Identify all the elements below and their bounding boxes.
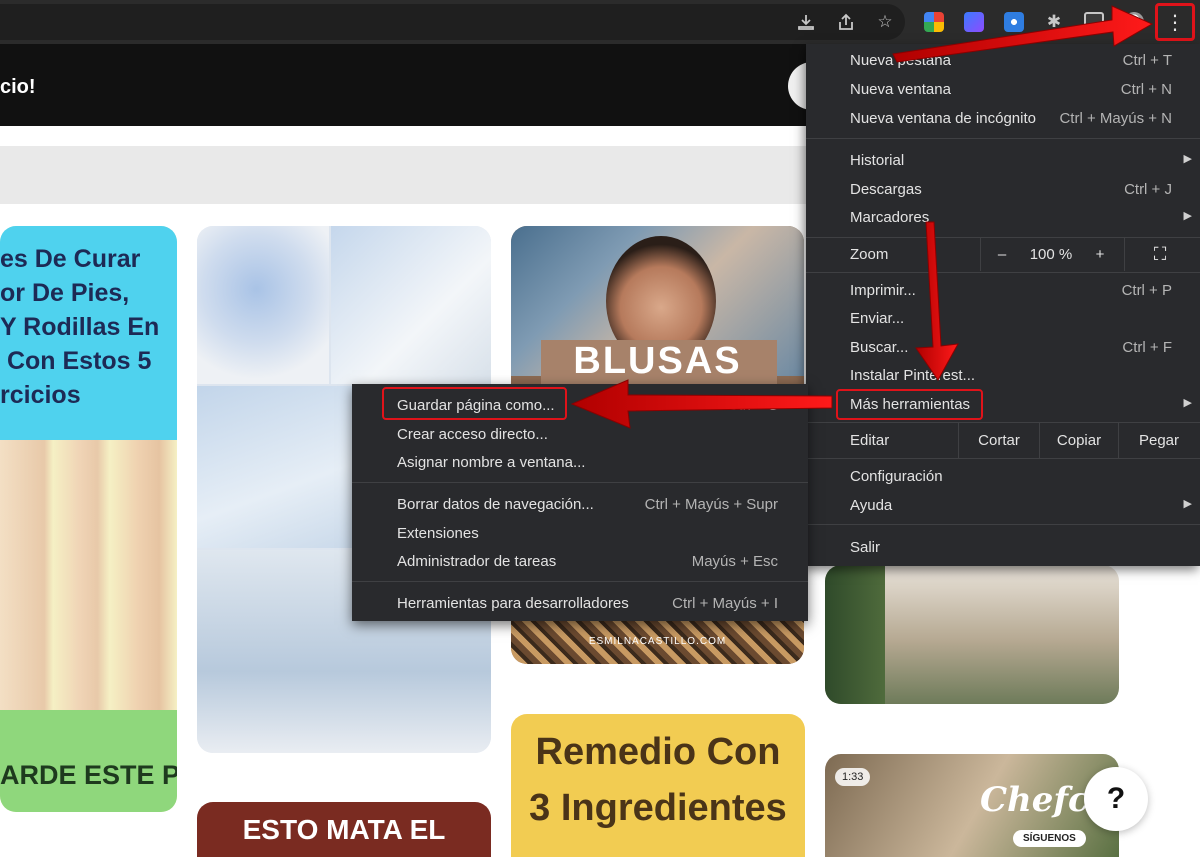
chrome-main-menu-panel: Nueva pestaña Ctrl + T Nueva ventana Ctr… [806, 44, 1200, 566]
submenu-item-extensiones[interactable]: Extensiones [352, 519, 808, 547]
menu-item-descargas[interactable]: Descargas Ctrl + J [806, 175, 1200, 203]
kebab-menu-icon: ⋮ [1165, 10, 1185, 34]
menu-item-nueva-ventana[interactable]: Nueva ventana Ctrl + N [806, 75, 1200, 103]
menu-item-enviar[interactable]: Enviar... [806, 304, 1200, 332]
pin-image [331, 226, 491, 384]
download-icon[interactable] [794, 10, 818, 34]
cut-button[interactable]: Cortar [959, 426, 1039, 454]
sidepanel-icon[interactable] [1084, 12, 1104, 32]
pin-cta: ARDE ESTE PIN [0, 760, 177, 790]
submenu-item-administrador-tareas[interactable]: Administrador de tareas Mayús + Esc [352, 547, 808, 575]
help-button[interactable]: ? [1084, 767, 1148, 831]
pin-remedy[interactable]: Remedio Con 3 Ingredientes [511, 714, 805, 857]
pin-image [0, 440, 177, 710]
chrome-menu-button[interactable]: ⋮ [1155, 3, 1195, 41]
menu-item-ayuda[interactable]: Ayuda ▶ [806, 491, 1200, 519]
menu-item-salir[interactable]: Salir [806, 533, 1200, 561]
video-duration-badge: 1:33 [835, 768, 871, 786]
pin-source-url: ESMILNACASTILLO.COM [588, 636, 727, 647]
fullscreen-icon[interactable]: ⛶ [1140, 240, 1180, 268]
pin-legs-exercises[interactable]: es De Curar or De Pies, Y Rodillas En Co… [0, 226, 177, 812]
menu-divider [806, 138, 1200, 139]
puzzle-extensions-icon[interactable]: ✱ [1042, 10, 1066, 34]
menu-divider [806, 237, 1200, 238]
chevron-right-icon: ▶ [1183, 210, 1192, 222]
pin-sugar[interactable]: ESTO MATA EL [197, 802, 491, 857]
highlight-guardar-pagina [382, 387, 567, 420]
copy-button[interactable]: Copiar [1040, 426, 1118, 454]
menu-divider [806, 524, 1200, 525]
paste-button[interactable]: Pegar [1119, 426, 1199, 454]
menu-item-configuracion[interactable]: Configuración [806, 462, 1200, 490]
submenu-item-devtools[interactable]: Herramientas para desarrolladores Ctrl +… [352, 589, 808, 617]
pin-video-chef[interactable]: 1:33 Chefcl SÍGUENOS [825, 754, 1119, 857]
menu-divider [806, 458, 1200, 459]
menu-divider [352, 482, 808, 483]
zoom-level: 100 % [1029, 245, 1073, 263]
menu-item-incognito[interactable]: Nueva ventana de incógnito Ctrl + Mayús … [806, 104, 1200, 132]
menu-item-nueva-pestana[interactable]: Nueva pestaña Ctrl + T [806, 46, 1200, 74]
pin-subscribe-label: SÍGUENOS [1013, 830, 1086, 847]
banner-text: cio! [0, 76, 36, 98]
pin-image [825, 565, 885, 704]
menu-item-zoom: Zoom – 100 % + ⛶ [806, 237, 1200, 271]
browser-toolbar: ☆ ✱ ⋮ [0, 0, 1200, 44]
share-icon[interactable] [834, 10, 858, 34]
menu-divider [806, 272, 1200, 273]
extension-shield-icon[interactable] [1004, 12, 1024, 32]
menu-item-editar: Editar Cortar Copiar Pegar [806, 422, 1200, 458]
extension-blue-icon[interactable] [964, 12, 984, 32]
submenu-item-asignar-nombre[interactable]: Asignar nombre a ventana... [352, 448, 808, 476]
profile-avatar[interactable] [1124, 12, 1144, 32]
menu-item-instalar[interactable]: Instalar Pinterest... [806, 361, 1200, 389]
menu-item-marcadores[interactable]: Marcadores ▶ [806, 203, 1200, 231]
address-bar[interactable] [0, 4, 905, 40]
bookmark-star-icon[interactable]: ☆ [873, 10, 897, 34]
zoom-out-button[interactable]: – [986, 240, 1018, 268]
highlight-mas-herramientas [836, 389, 983, 420]
submenu-item-acceso-directo[interactable]: Crear acceso directo... [352, 420, 808, 448]
pin-title: ESTO MATA EL [242, 814, 446, 845]
pin-nativity[interactable] [825, 565, 1119, 704]
pin-title: es De Curar or De Pies, Y Rodillas En Co… [0, 245, 160, 409]
menu-item-buscar[interactable]: Buscar... Ctrl + F [806, 333, 1200, 361]
menu-divider [352, 581, 808, 582]
pin-image [197, 226, 329, 384]
extension-color-icon[interactable] [924, 12, 944, 32]
help-icon: ? [1106, 782, 1126, 815]
zoom-in-button[interactable]: + [1084, 240, 1116, 268]
menu-item-historial[interactable]: Historial ▶ [806, 146, 1200, 174]
chevron-right-icon: ▶ [1183, 397, 1192, 409]
chevron-right-icon: ▶ [1183, 153, 1192, 165]
menu-divider [806, 422, 1200, 423]
pin-title: BLUSAS [573, 340, 742, 382]
submenu-item-borrar-datos[interactable]: Borrar datos de navegación... Ctrl + May… [352, 490, 808, 518]
chevron-right-icon: ▶ [1183, 498, 1192, 510]
pin-title: Remedio Con 3 Ingredientes [529, 731, 787, 829]
menu-item-imprimir[interactable]: Imprimir... Ctrl + P [806, 276, 1200, 304]
